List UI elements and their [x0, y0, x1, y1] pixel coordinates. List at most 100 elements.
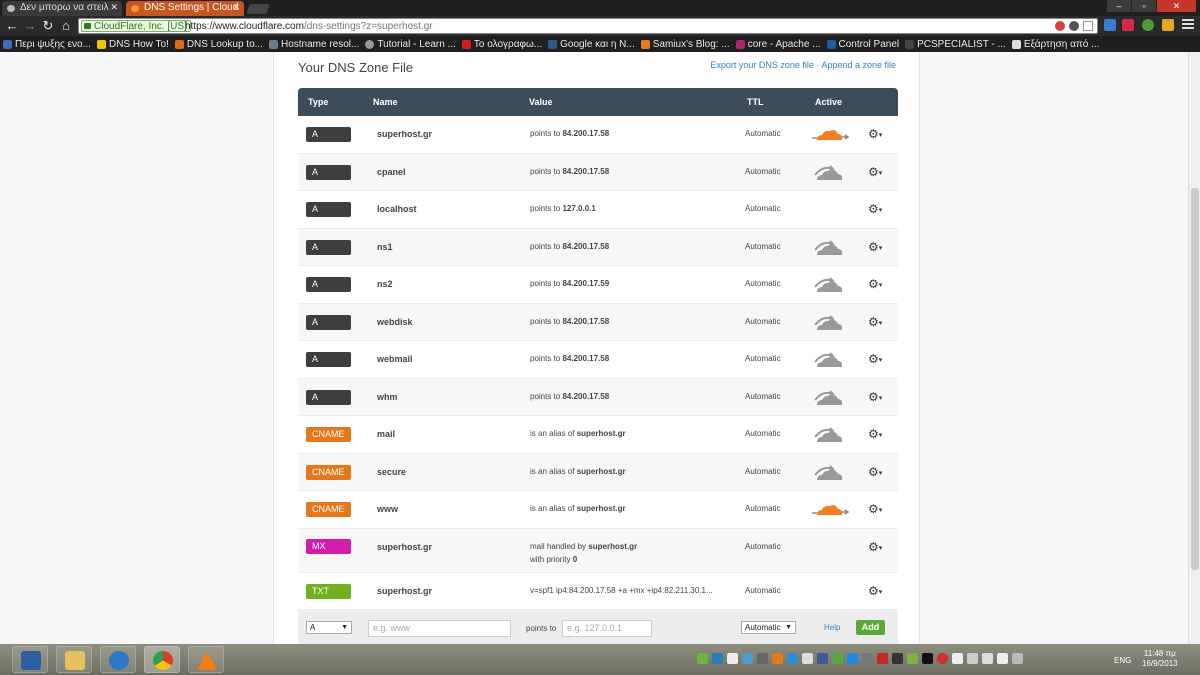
record-name-input[interactable]: e.g. www	[368, 620, 511, 637]
lock-icon	[84, 23, 91, 29]
new-tab-button[interactable]	[246, 4, 270, 14]
tab-dns-settings[interactable]: DNS Settings | Cloud ✕	[126, 1, 244, 16]
cloud-inactive-icon[interactable]	[811, 388, 851, 408]
tray-icon[interactable]	[757, 653, 768, 664]
bookmark-item[interactable]: Google και η Ν...	[548, 39, 635, 50]
gear-icon[interactable]: ⚙▾	[868, 127, 882, 141]
network-icon[interactable]	[967, 653, 978, 664]
cloud-active-icon[interactable]	[811, 500, 851, 520]
tray-icon[interactable]	[712, 653, 723, 664]
bookmark-item[interactable]: core - Apache ...	[735, 39, 821, 50]
taskbar-app-button[interactable]	[188, 646, 224, 673]
tray-icon[interactable]	[1012, 653, 1023, 664]
cloud-inactive-icon[interactable]	[811, 313, 851, 333]
gear-icon[interactable]: ⚙▾	[868, 277, 882, 291]
gear-icon[interactable]: ⚙▾	[868, 540, 882, 554]
taskbar-app-button[interactable]	[144, 646, 180, 673]
tray-icon[interactable]	[877, 653, 888, 664]
cloud-active-icon[interactable]	[811, 125, 851, 145]
gear-icon[interactable]: ⚙▾	[868, 352, 882, 366]
page-scrollbar[interactable]	[1188, 52, 1200, 644]
gear-icon[interactable]: ⚙▾	[868, 390, 882, 404]
bookmark-item[interactable]: DNS How To!	[96, 39, 169, 50]
help-link[interactable]: Help	[824, 623, 840, 632]
forward-arrow-icon[interactable]: →	[22, 18, 38, 34]
gear-icon[interactable]: ⚙▾	[868, 584, 882, 598]
tray-icon[interactable]	[907, 653, 918, 664]
cloud-inactive-icon[interactable]	[811, 275, 851, 295]
tray-icon[interactable]	[862, 653, 873, 664]
tray-icon[interactable]	[847, 653, 858, 664]
ttl-select[interactable]: Automatic ▼	[741, 621, 796, 634]
tray-icon[interactable]	[787, 653, 798, 664]
tray-icon[interactable]	[727, 653, 738, 664]
bookmark-item[interactable]: DNS Lookup to...	[174, 39, 263, 50]
cloud-inactive-icon[interactable]	[811, 350, 851, 370]
extension-icon[interactable]	[1069, 21, 1079, 31]
restore-icon[interactable]: ▫	[1131, 0, 1156, 12]
tray-icon[interactable]	[892, 653, 903, 664]
gear-icon[interactable]: ⚙▾	[868, 465, 882, 479]
gear-icon[interactable]: ⚙▾	[868, 202, 882, 216]
add-record-button[interactable]: Add	[856, 620, 885, 635]
tab-close-icon[interactable]: ✕	[110, 2, 118, 13]
bookmark-item[interactable]: Samiux's Blog: ...	[640, 39, 730, 50]
bookmark-item[interactable]: Περι ψυξης ενο...	[3, 39, 91, 50]
extension-icon[interactable]	[1122, 19, 1134, 31]
gear-icon[interactable]: ⚙▾	[868, 240, 882, 254]
tray-icon[interactable]	[922, 653, 933, 664]
extension-icon[interactable]	[1055, 21, 1065, 31]
record-ttl: Automatic	[745, 354, 781, 363]
bookmark-item[interactable]: Control Panel	[826, 39, 899, 50]
extension-icon[interactable]	[1162, 19, 1174, 31]
cloud-inactive-icon[interactable]	[811, 463, 851, 483]
tab-close-icon[interactable]: ✕	[232, 2, 240, 13]
system-clock[interactable]: 11:48 πμ 16/9/2013	[1142, 649, 1178, 669]
reload-icon[interactable]: ↻	[40, 18, 56, 34]
tray-icon[interactable]	[937, 653, 948, 664]
tab-forum[interactable]: Δεν μπορω να στειλ ✕	[2, 1, 122, 16]
home-icon[interactable]: ⌂	[58, 18, 74, 34]
taskbar-app-button[interactable]	[100, 646, 136, 673]
back-arrow-icon[interactable]: ←	[4, 18, 20, 34]
tray-icon[interactable]	[802, 653, 813, 664]
tray-icon[interactable]	[742, 653, 753, 664]
taskbar-app-button[interactable]	[56, 646, 92, 673]
input-language[interactable]: ENG	[1114, 656, 1131, 665]
extension-icon[interactable]	[1142, 19, 1154, 31]
window-close-icon[interactable]: ✕	[1156, 0, 1196, 12]
ev-certificate-badge[interactable]: CloudFlare, Inc. [US]	[81, 20, 191, 32]
address-bar[interactable]: CloudFlare, Inc. [US] https://www.cloudf…	[78, 18, 1098, 34]
flag-icon[interactable]	[952, 653, 963, 664]
taskbar-app-button[interactable]	[12, 646, 48, 673]
cloud-inactive-icon[interactable]	[811, 238, 851, 258]
chrome-menu-icon[interactable]	[1182, 19, 1194, 31]
export-zone-link[interactable]: Export your DNS zone file	[710, 60, 814, 70]
cloud-inactive-icon[interactable]	[811, 425, 851, 445]
cloud-inactive-icon[interactable]	[811, 163, 851, 183]
bookmark-item[interactable]: Εξάρτηση από ...	[1011, 39, 1099, 50]
facebook-icon[interactable]	[817, 653, 828, 664]
signal-icon[interactable]	[982, 653, 993, 664]
bookmark-item[interactable]: Tutorial - Learn ...	[365, 39, 456, 50]
gear-icon[interactable]: ⚙▾	[868, 427, 882, 441]
bookmark-item[interactable]: PCSPECIALIST - ...	[905, 39, 1006, 50]
record-value-input[interactable]: e.g. 127.0.0.1	[562, 620, 652, 637]
bookmark-item[interactable]: Hostname resol...	[268, 39, 359, 50]
extension-icon[interactable]	[1104, 19, 1116, 31]
bookmark-item[interactable]: Το ολογραφω...	[461, 39, 542, 50]
record-value: v=spf1 ip4:84.200.17.58 +a +mx +ip4:82.2…	[530, 585, 713, 595]
bookmark-star-icon[interactable]	[1083, 21, 1093, 31]
volume-icon[interactable]	[997, 653, 1008, 664]
record-type-select[interactable]: A ▼	[306, 621, 352, 634]
gear-icon[interactable]: ⚙▾	[868, 165, 882, 179]
gear-icon[interactable]: ⚙▾	[868, 502, 882, 516]
url-text[interactable]: https://www.cloudflare.com/dns-settings?…	[185, 21, 433, 32]
gear-icon[interactable]: ⚙▾	[868, 315, 882, 329]
minimize-icon[interactable]: –	[1106, 0, 1131, 12]
tray-icon[interactable]	[772, 653, 783, 664]
scrollbar-thumb[interactable]	[1191, 188, 1199, 570]
tray-icon[interactable]	[697, 653, 708, 664]
tray-icon[interactable]	[832, 653, 843, 664]
append-zone-link[interactable]: Append a zone file	[821, 60, 896, 70]
